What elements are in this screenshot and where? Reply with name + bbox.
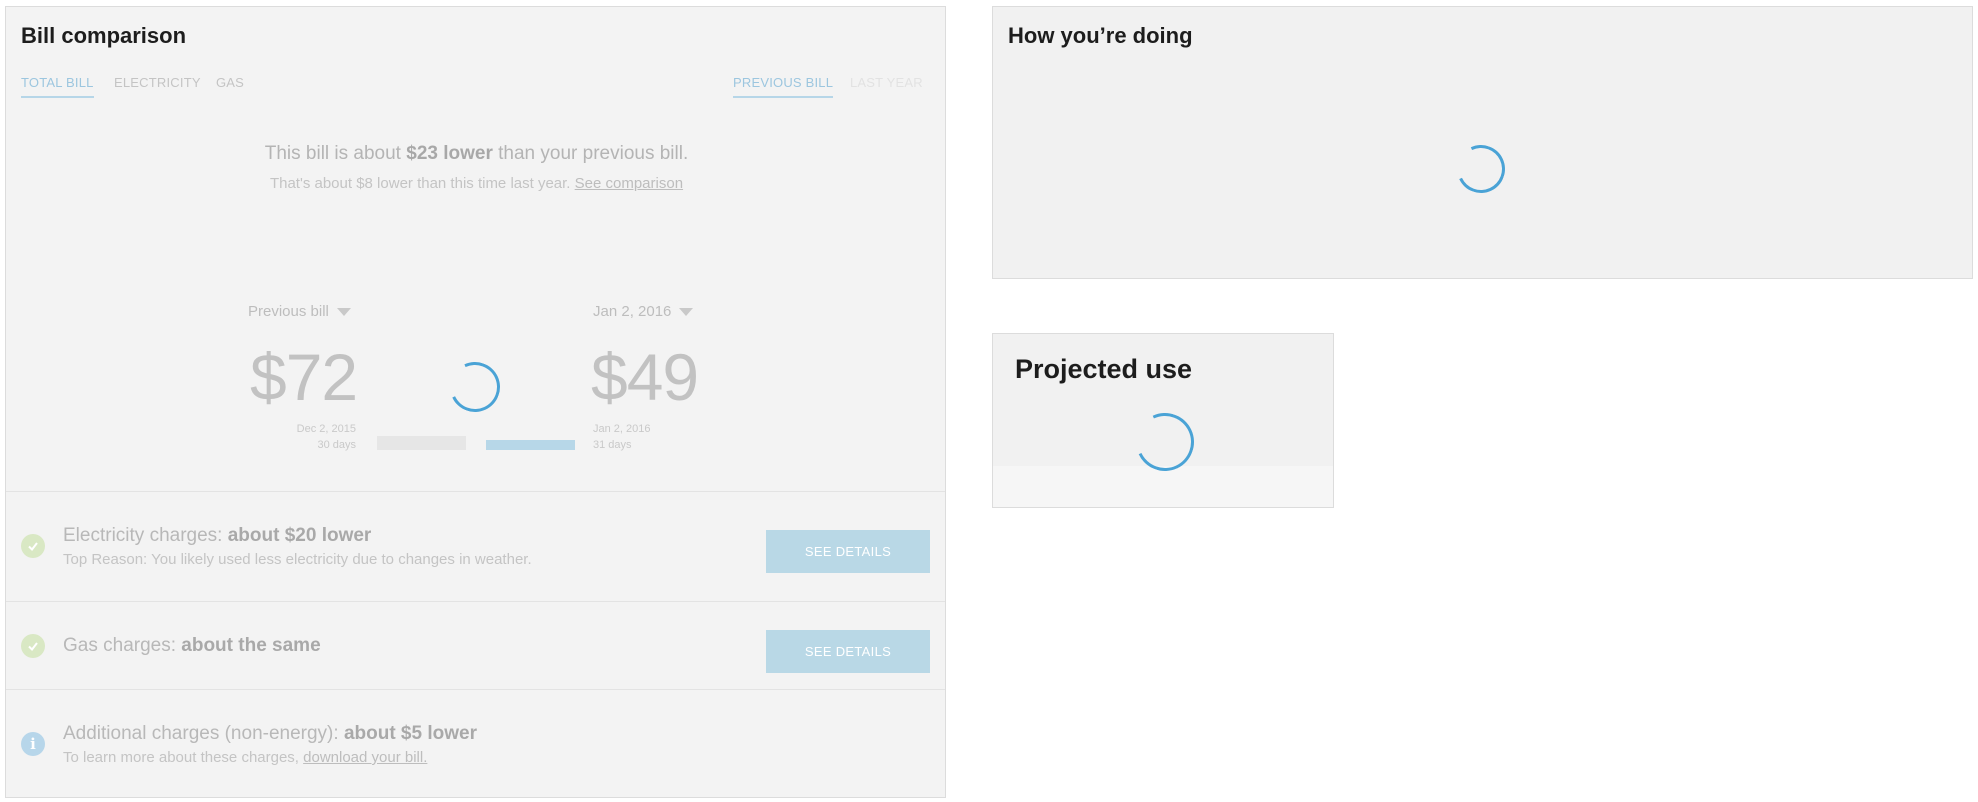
summary-sub-text: That's about $8 lower than this time las… [269, 175, 575, 192]
electricity-charges-title: Electricity charges: about $20 lower [63, 525, 371, 547]
additional-charges-sub: To learn more about these charges, downl… [63, 749, 427, 766]
previous-bill-bar [377, 436, 466, 450]
previous-bill-days: 30 days [317, 439, 356, 451]
electricity-charges-value: about $20 lower [227, 525, 372, 546]
current-bill-amount: $49 [591, 340, 699, 414]
projected-use-footer [993, 466, 1333, 507]
projected-use-panel: Projected use [992, 333, 1334, 508]
check-circle-icon [21, 534, 45, 558]
previous-bill-label: Previous bill [248, 303, 329, 320]
electricity-see-details-button[interactable]: SEE DETAILS [766, 530, 930, 573]
projected-use-title: Projected use [1015, 354, 1193, 384]
tab-last-year[interactable]: LAST YEAR [850, 75, 923, 90]
how-youre-doing-panel: How you’re doing [992, 6, 1973, 279]
see-comparison-link[interactable]: See comparison [575, 175, 683, 192]
previous-bill-amount: $72 [250, 340, 358, 414]
current-bill-date: Jan 2, 2016 [593, 423, 651, 435]
info-icon: i [21, 732, 45, 756]
loading-spinner-icon [1450, 138, 1512, 200]
gas-charges-label: Gas charges: [63, 635, 182, 656]
tab-total-bill[interactable]: TOTAL BILL [21, 75, 94, 98]
loading-spinner-icon [442, 354, 508, 420]
previous-bill-dates: Dec 2, 2015 30 days [256, 421, 356, 453]
previous-bill-date: Dec 2, 2015 [296, 423, 356, 435]
how-youre-doing-title: How you’re doing [1008, 23, 1193, 48]
bill-comparison-panel: Bill comparison TOTAL BILL ELECTRICITY G… [5, 6, 946, 798]
additional-charges-sub-text: To learn more about these charges, [63, 749, 304, 766]
tab-electricity[interactable]: ELECTRICITY [114, 75, 201, 90]
tab-gas[interactable]: GAS [216, 75, 244, 90]
additional-charges-row: i Additional charges (non-energy): about… [6, 689, 945, 797]
additional-charges-title: Additional charges (non-energy): about $… [63, 723, 477, 745]
bill-comparison-title: Bill comparison [21, 23, 187, 48]
gas-charges-value: about the same [181, 635, 321, 656]
check-circle-icon [21, 634, 45, 658]
electricity-charges-label: Electricity charges: [63, 525, 228, 546]
additional-charges-label: Additional charges (non-energy): [63, 723, 344, 744]
current-bill-dates: Jan 2, 2016 31 days [593, 421, 651, 453]
download-bill-link[interactable]: download your bill. [303, 749, 427, 766]
bill-summary-sub: That's about $8 lower than this time las… [6, 175, 947, 192]
chevron-down-icon [336, 307, 351, 316]
current-bill-dropdown[interactable]: Jan 2, 2016 [593, 303, 694, 320]
summary-amount: $23 lower [406, 143, 493, 164]
summary-suffix: than your previous bill. [492, 143, 689, 164]
summary-prefix: This bill is about [264, 143, 407, 164]
additional-charges-value: about $5 lower [343, 723, 477, 744]
electricity-charges-row: Electricity charges: about $20 lower Top… [6, 491, 945, 601]
bill-summary: This bill is about $23 lower than your p… [6, 143, 947, 165]
electricity-top-reason: Top Reason: You likely used less electri… [63, 551, 532, 568]
chevron-down-icon [679, 307, 694, 316]
gas-charges-row: Gas charges: about the same SEE DETAILS [6, 601, 945, 689]
current-bill-bar [486, 440, 575, 450]
gas-charges-title: Gas charges: about the same [63, 635, 321, 657]
current-bill-label: Jan 2, 2016 [593, 303, 672, 320]
current-bill-days: 31 days [593, 439, 632, 451]
tab-previous-bill[interactable]: PREVIOUS BILL [733, 75, 834, 98]
gas-see-details-button[interactable]: SEE DETAILS [766, 630, 930, 673]
previous-bill-dropdown[interactable]: Previous bill [248, 303, 351, 320]
